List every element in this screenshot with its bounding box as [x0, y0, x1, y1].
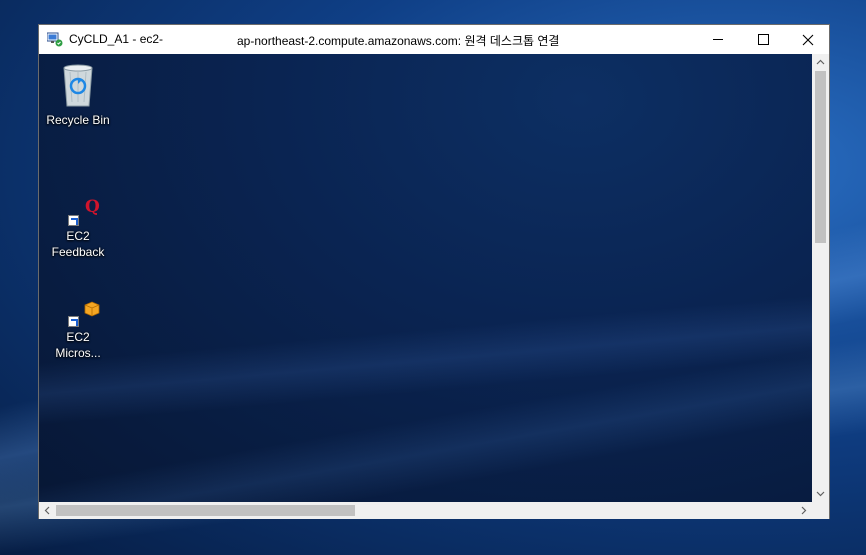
- chevron-right-icon: [801, 506, 807, 515]
- ec2-feedback-icon: Q: [54, 178, 102, 226]
- desktop-icon-ec2-feedback[interactable]: Q EC2 Feedback: [40, 178, 116, 260]
- minimize-button[interactable]: [695, 25, 741, 54]
- close-button[interactable]: [785, 25, 831, 54]
- minimize-icon: [713, 39, 723, 40]
- horizontal-scroll-thumb[interactable]: [56, 505, 355, 516]
- vertical-scroll-thumb[interactable]: [815, 71, 826, 243]
- maximize-button[interactable]: [740, 25, 786, 54]
- chevron-left-icon: [44, 506, 50, 515]
- shortcut-arrow-icon: [68, 316, 79, 327]
- title-bar[interactable]: CyCLD_A1 - ec2- ap-northeast-2.compute.a…: [39, 25, 829, 54]
- vertical-scrollbar[interactable]: [812, 54, 829, 502]
- desktop-icon-label: EC2 Feedback: [51, 229, 105, 259]
- window-title-domain: ap-northeast-2.compute.amazonaws.com: 원격…: [237, 34, 560, 48]
- scroll-right-button[interactable]: [795, 502, 812, 519]
- chevron-up-icon: [816, 59, 825, 65]
- chevron-down-icon: [816, 491, 825, 497]
- scroll-down-button[interactable]: [812, 485, 829, 502]
- scroll-left-button[interactable]: [39, 502, 56, 519]
- recycle-bin-icon: [54, 62, 102, 110]
- remote-desktop-app-icon: [46, 31, 63, 47]
- horizontal-scrollbar[interactable]: [39, 502, 812, 519]
- close-icon: [802, 34, 814, 45]
- remote-desktop-view[interactable]: Recycle Bin Q EC2 Feedback EC2 Micros...: [39, 54, 812, 502]
- remote-desktop-window[interactable]: CyCLD_A1 - ec2- ap-northeast-2.compute.a…: [38, 24, 830, 519]
- desktop-icon-label: Recycle Bin: [46, 113, 110, 127]
- ec2-microsoft-icon: [54, 279, 102, 327]
- shortcut-arrow-icon: [68, 215, 79, 226]
- window-title-host: CyCLD_A1 - ec2-: [69, 32, 164, 46]
- desktop-icon-recycle-bin[interactable]: Recycle Bin: [40, 62, 116, 128]
- svg-text:Q: Q: [85, 197, 100, 217]
- desktop-icon-ec2-microsoft[interactable]: EC2 Micros...: [40, 279, 116, 361]
- scrollbar-corner: [812, 502, 829, 519]
- maximize-icon: [757, 34, 769, 45]
- desktop-icon-label: EC2 Micros...: [55, 330, 101, 360]
- scroll-up-button[interactable]: [812, 54, 829, 71]
